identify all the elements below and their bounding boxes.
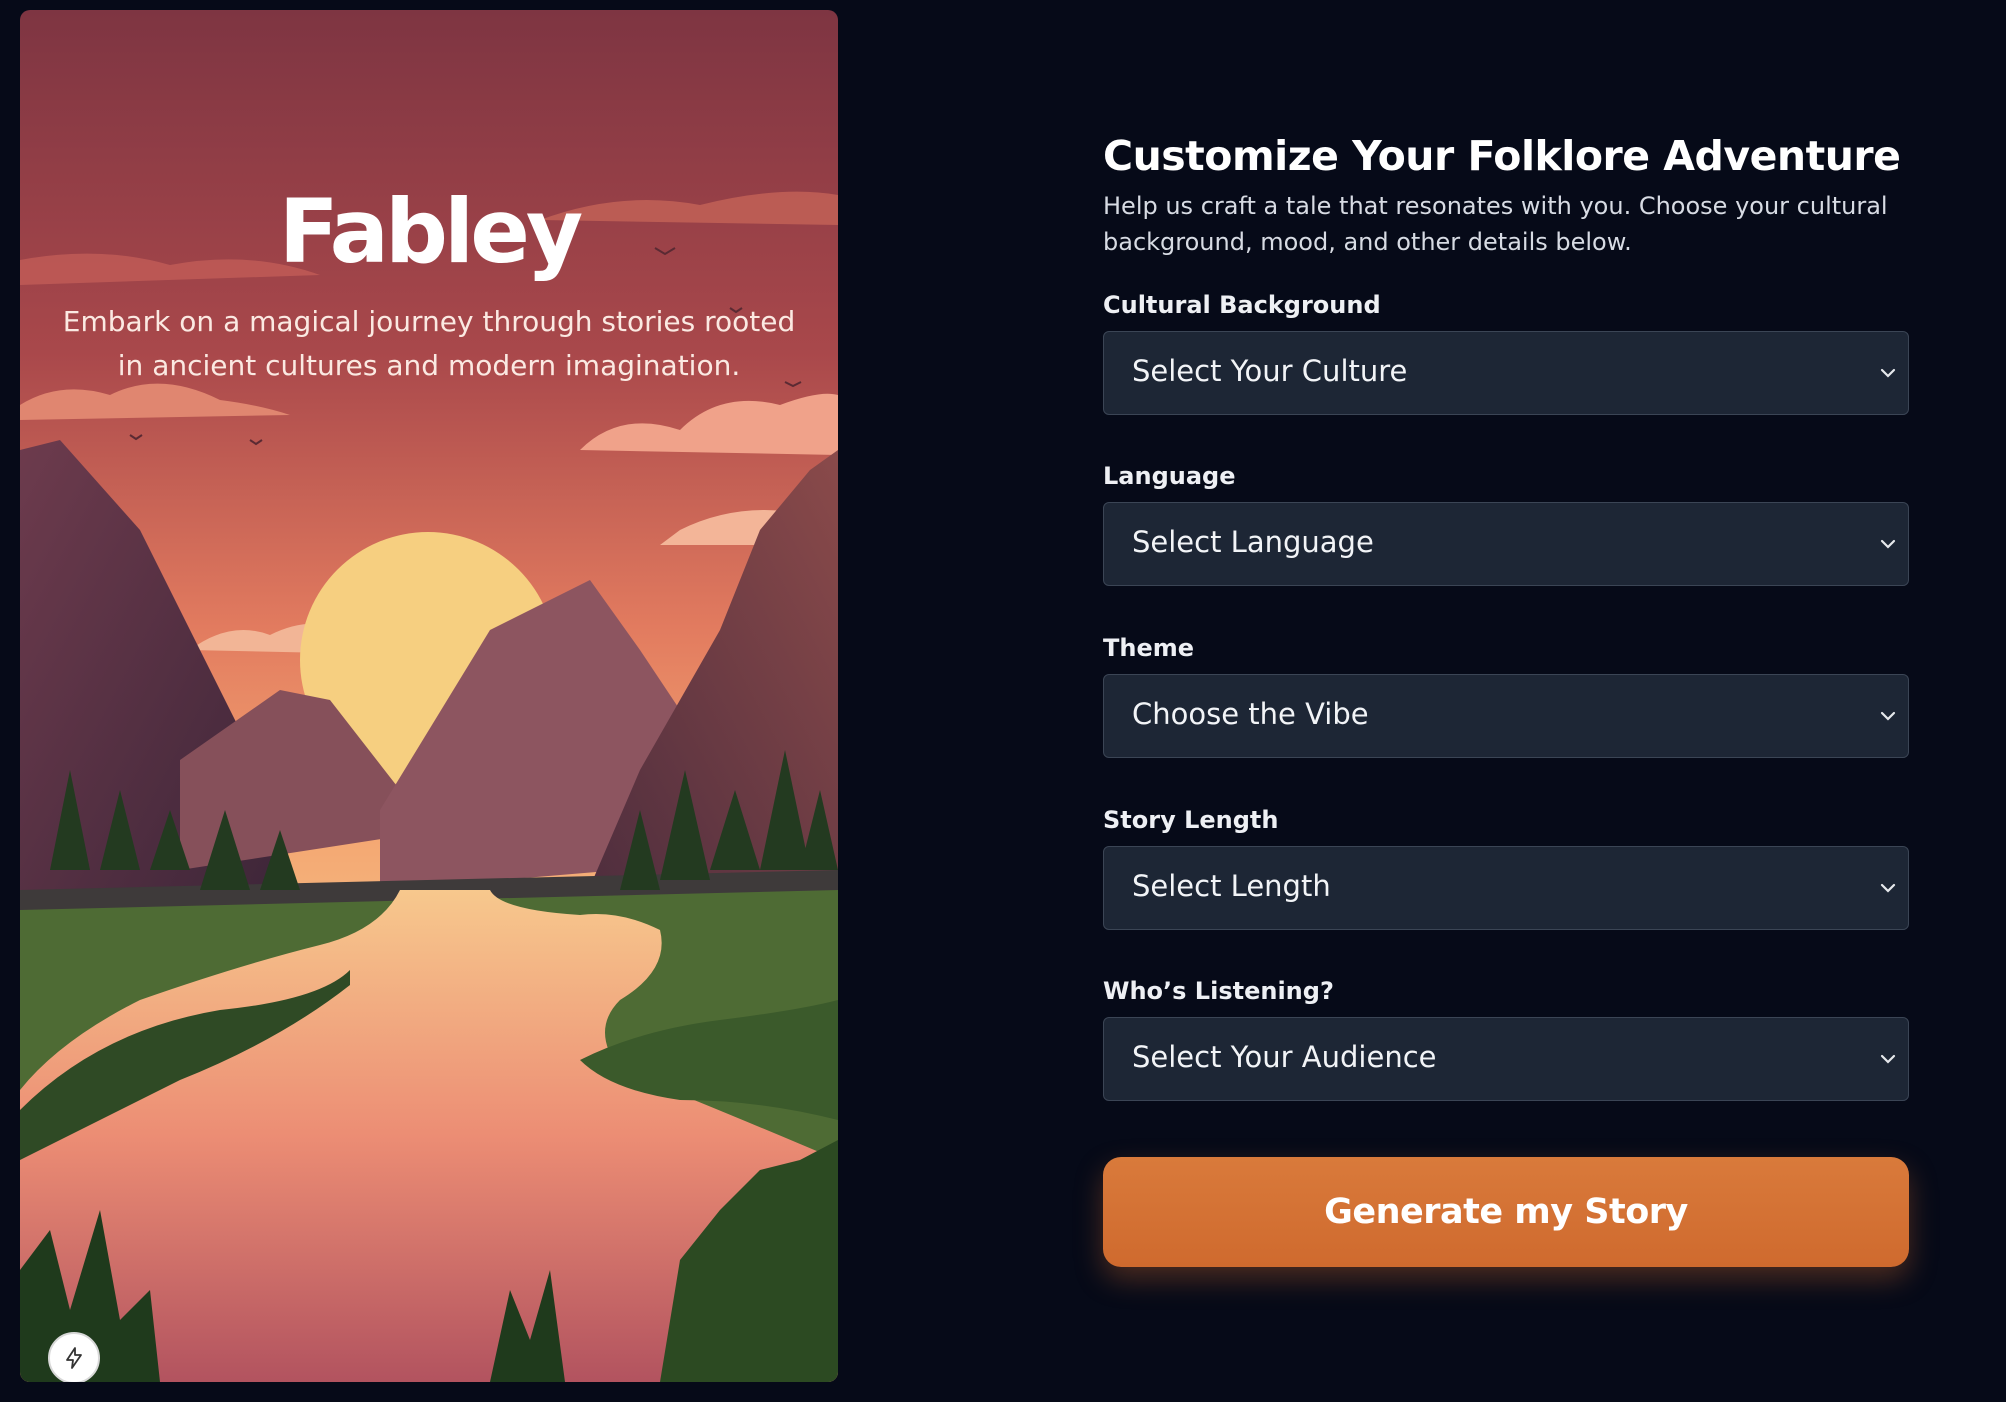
chevron-down-icon [1880, 883, 1896, 893]
hero-illustration-panel: Fabley Embark on a magical journey throu… [20, 10, 838, 1382]
lightning-bolt-icon[interactable] [48, 1332, 100, 1382]
cultural-background-label: Cultural Background [1103, 291, 1381, 319]
theme-select[interactable]: Choose the Vibe [1103, 674, 1909, 758]
theme-label: Theme [1103, 634, 1195, 662]
audience-label: Who’s Listening? [1103, 977, 1334, 1005]
form-subtitle: Help us craft a tale that resonates with… [1103, 192, 1888, 256]
chevron-down-icon [1880, 711, 1896, 721]
audience-value: Select Your Audience [1132, 1040, 1437, 1074]
chevron-down-icon [1880, 368, 1896, 378]
story-form-panel: Customize Your Folklore Adventure Help u… [1103, 128, 1909, 1101]
language-select[interactable]: Select Language [1103, 502, 1909, 586]
story-length-label: Story Length [1103, 806, 1279, 834]
hero-tagline: Embark on a magical journey through stor… [62, 305, 796, 382]
cultural-background-select[interactable]: Select Your Culture [1103, 331, 1909, 415]
chevron-down-icon [1880, 539, 1896, 549]
chevron-down-icon [1880, 1054, 1896, 1064]
language-label: Language [1103, 462, 1236, 490]
theme-value: Choose the Vibe [1132, 697, 1369, 731]
language-value: Select Language [1132, 525, 1374, 559]
story-length-select[interactable]: Select Length [1103, 846, 1909, 930]
form-title: Customize Your Folklore Adventure [1103, 132, 1901, 180]
brand-logo-text: Fabley [278, 180, 584, 283]
audience-select[interactable]: Select Your Audience [1103, 1017, 1909, 1101]
story-length-value: Select Length [1132, 869, 1331, 903]
cultural-background-value: Select Your Culture [1132, 354, 1408, 388]
generate-story-button[interactable]: Generate my Story [1103, 1157, 1909, 1267]
